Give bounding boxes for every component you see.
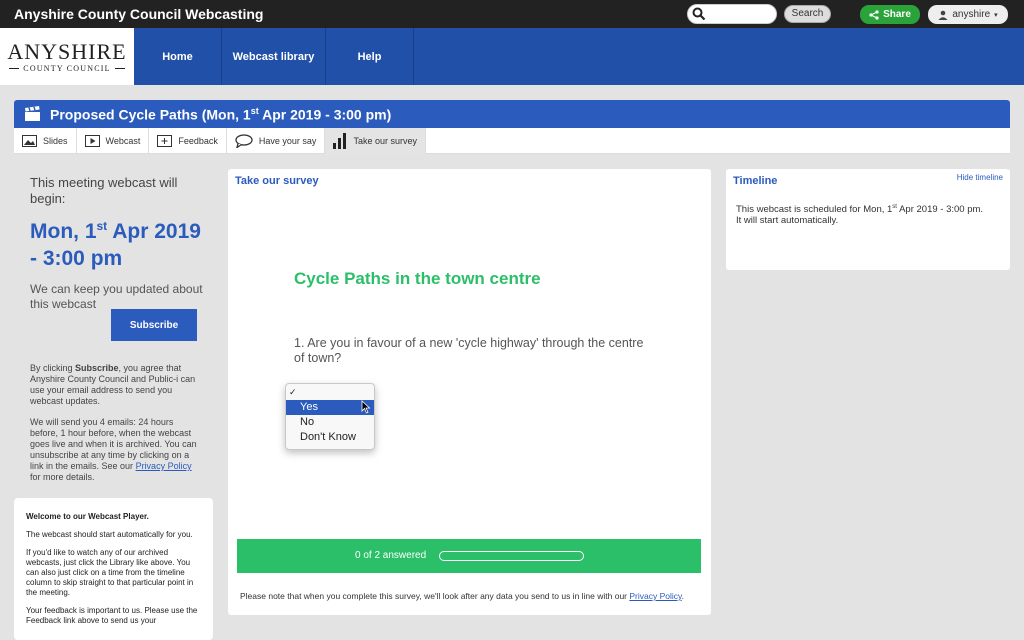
search-icon [692, 7, 706, 21]
tab-label: Slides [43, 136, 68, 146]
tab-label: Feedback [178, 136, 218, 146]
answer-dropdown[interactable]: ✓ Yes No Don't Know [285, 383, 375, 450]
begin-date-prefix: Mon, 1 [30, 220, 97, 243]
survey-heading: Take our survey [235, 175, 319, 187]
dropdown-option-yes[interactable]: Yes [286, 400, 374, 415]
speech-bubble-icon [235, 134, 253, 148]
mouse-cursor-icon [361, 400, 371, 414]
feedback-icon [157, 135, 173, 147]
app-title: Anyshire County Council Webcasting [14, 6, 264, 22]
welcome-box: Welcome to our Webcast Player. The webca… [14, 498, 213, 640]
consent-text: By clicking Subscribe, you agree that An… [30, 363, 200, 407]
survey-title: Cycle Paths in the town centre [294, 269, 541, 288]
search-input[interactable] [710, 7, 772, 22]
share-label: Share [883, 9, 911, 20]
share-icon [869, 9, 879, 20]
logo-main-text: ANYSHIRE [7, 39, 127, 64]
dropdown-option-blank[interactable]: ✓ [286, 385, 374, 400]
welcome-paragraph: Your feedback is important to us. Please… [26, 606, 198, 625]
begin-date: Mon, 1st Apr 2019 - 3:00 pm [30, 213, 210, 272]
begin-text: This meeting webcast will begin: [30, 175, 178, 206]
council-logo[interactable]: ANYSHIRE COUNTY COUNCIL [0, 28, 134, 85]
subscribe-button[interactable]: Subscribe [111, 309, 197, 341]
survey-privacy-policy-link[interactable]: Privacy Policy [629, 591, 681, 601]
slides-icon [22, 135, 37, 147]
caret-down-icon: ▾ [994, 11, 998, 19]
option-label: No [300, 416, 315, 428]
nav-webcast-library[interactable]: Webcast library [222, 28, 326, 85]
hide-timeline-link[interactable]: Hide timeline [957, 173, 1003, 182]
timeline-text: This webcast is scheduled for Mon, 1st A… [736, 202, 1000, 226]
meeting-title-sup: st [250, 105, 259, 116]
welcome-title: Welcome to our Webcast Player. [26, 512, 149, 521]
welcome-paragraph: The webcast should start automatically f… [26, 530, 193, 539]
timeline-heading: Timeline [733, 175, 778, 187]
main-nav: ANYSHIRE COUNTY COUNCIL Home Webcast lib… [0, 28, 1024, 85]
note-suffix: . [681, 591, 685, 601]
consent-bold: Subscribe [75, 363, 119, 373]
meeting-title-suffix: Apr 2019 - 3:00 pm) [258, 106, 392, 123]
tab-take-our-survey[interactable]: Take our survey [325, 128, 426, 154]
timeline-text-prefix: This webcast is scheduled for Mon, 1 [736, 204, 893, 216]
keep-updated-text: We can keep you updated about this webca… [30, 282, 203, 311]
emails-text: We will send you 4 emails: 24 hours befo… [30, 417, 200, 483]
logo-sub-row: COUNTY COUNCIL [0, 64, 134, 73]
consent-prefix: By clicking [30, 363, 76, 373]
search-box[interactable] [687, 4, 777, 24]
video-icon [84, 135, 100, 147]
survey-progress-bar: 0 of 2 answered [237, 539, 701, 573]
welcome-paragraph: If you'd like to watch any of our archiv… [26, 548, 194, 597]
nav-home[interactable]: Home [134, 28, 222, 85]
option-label: Don't Know [300, 431, 356, 443]
note-prefix: Please note that when you complete this … [240, 591, 630, 601]
logo-rule [114, 68, 125, 69]
top-bar: Anyshire County Council Webcasting Searc… [0, 0, 1024, 28]
tab-bar: Slides Webcast Feedback Have your say Ta… [14, 128, 1010, 154]
nav-help[interactable]: Help [326, 28, 414, 85]
user-icon [938, 10, 948, 20]
progress-track [439, 551, 584, 561]
clapperboard-icon [25, 106, 40, 121]
share-button[interactable]: Share [860, 5, 920, 24]
survey-panel: Take our survey Cycle Paths in the town … [228, 169, 711, 615]
logo-sub-text: COUNTY COUNCIL [23, 64, 111, 73]
user-label: anyshire [952, 9, 991, 20]
bar-chart-icon [333, 133, 347, 149]
meeting-title: Proposed Cycle Paths (Mon, 1st Apr 2019 … [50, 106, 391, 123]
webcast-info-column: This meeting webcast will begin: Mon, 1s… [30, 175, 210, 482]
meeting-title-bar: Proposed Cycle Paths (Mon, 1st Apr 2019 … [14, 100, 1010, 128]
emails-suffix: for more details. [30, 472, 95, 482]
tab-feedback[interactable]: Feedback [149, 128, 227, 154]
timeline-panel: Timeline Hide timeline This webcast is s… [726, 169, 1010, 270]
tab-label: Take our survey [353, 136, 417, 146]
survey-question: 1. Are you in favour of a new 'cycle hig… [294, 336, 644, 365]
begin-date-sup: st [96, 219, 108, 233]
option-label: Yes [300, 401, 318, 413]
logo-rule [9, 68, 20, 69]
tab-label: Webcast [105, 136, 141, 146]
dropdown-option-no[interactable]: No [286, 415, 374, 430]
timeline-text-line2: It will start automatically. [736, 215, 839, 227]
dropdown-option-dont-know[interactable]: Don't Know [286, 430, 374, 445]
user-menu-button[interactable]: anyshire ▾ [928, 5, 1008, 24]
privacy-policy-link[interactable]: Privacy Policy [136, 461, 192, 471]
meeting-title-prefix: Proposed Cycle Paths (Mon, 1 [50, 106, 251, 123]
timeline-text-suffix: Apr 2019 - 3:00 pm. [896, 204, 984, 216]
tab-webcast[interactable]: Webcast [77, 128, 150, 154]
tab-have-your-say[interactable]: Have your say [227, 128, 326, 154]
tab-label: Have your say [258, 136, 317, 146]
tab-slides[interactable]: Slides [14, 128, 77, 154]
search-button[interactable]: Search [784, 5, 831, 23]
progress-text: 0 of 2 answered [355, 550, 427, 561]
survey-privacy-note: Please note that when you complete this … [240, 591, 684, 601]
